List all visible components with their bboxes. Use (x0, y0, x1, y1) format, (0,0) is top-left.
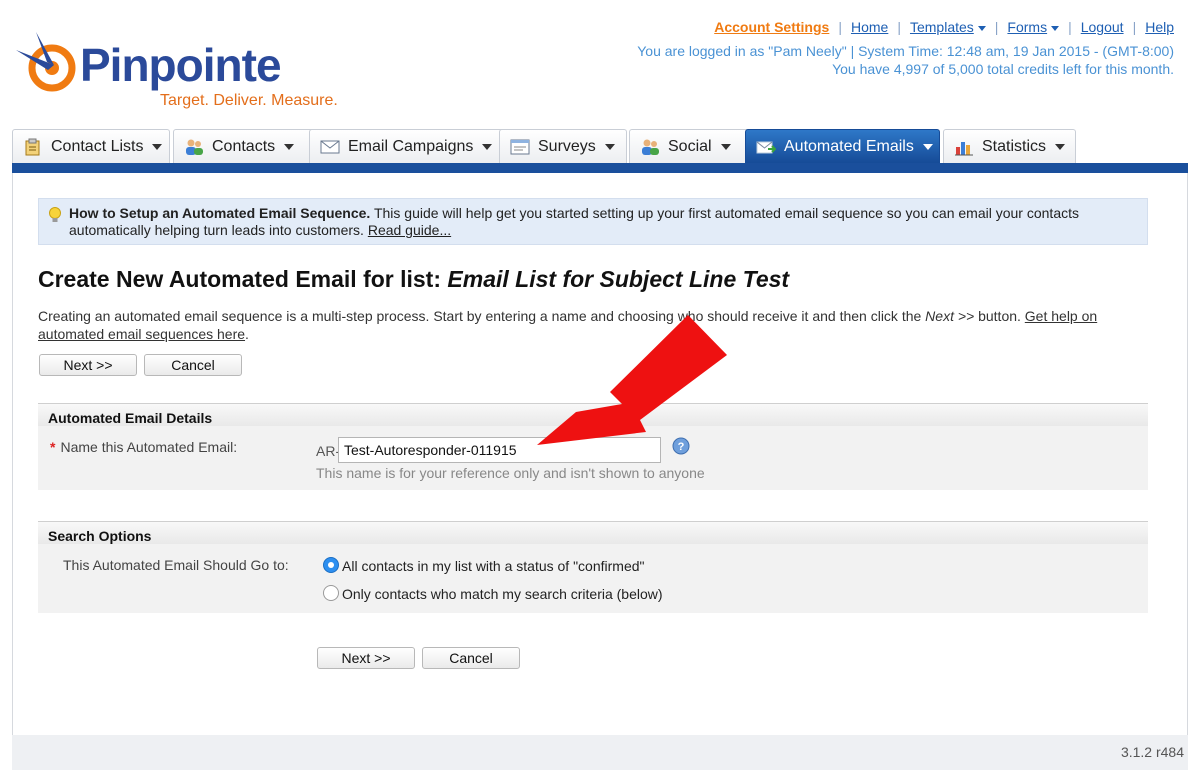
account-settings-link[interactable]: Account Settings (714, 19, 829, 35)
chevron-down-icon (482, 143, 493, 150)
forms-menu[interactable]: Forms (1007, 19, 1060, 35)
envelope-arrow-icon (756, 141, 776, 153)
next-button-bottom[interactable]: Next >> (317, 647, 415, 669)
tab-contacts[interactable]: Contacts (173, 129, 317, 163)
chevron-down-icon (604, 143, 615, 150)
search-section-body (38, 544, 1148, 613)
intro-text: Creating an automated email sequence is … (38, 307, 1148, 343)
radio-search-criteria[interactable] (323, 585, 339, 601)
login-status: You are logged in as "Pam Neely" | Syste… (637, 43, 1174, 59)
tab-label: Social (668, 137, 712, 155)
people-icon (186, 139, 203, 155)
cancel-button-top[interactable]: Cancel (144, 354, 242, 376)
top-navigation: Account Settings | Home | Templates | Forms | Lo… (714, 19, 1174, 35)
forms-link[interactable]: Forms (1007, 19, 1047, 35)
name-field-label: * Name this Automated Email: (50, 439, 237, 455)
name-field-label-text: Name this Automated Email: (60, 439, 238, 455)
clipboard-icon (25, 138, 40, 155)
automated-email-name-input[interactable] (338, 437, 661, 463)
radio-all-confirmed[interactable] (323, 557, 339, 573)
page-title-list-name: Email List for Subject Line Test (447, 266, 790, 292)
chevron-down-icon (922, 143, 933, 150)
home-link[interactable]: Home (851, 19, 888, 35)
chevron-down-icon (1055, 143, 1066, 150)
tab-social[interactable]: Social (629, 129, 754, 163)
app-window: Pinpointe Target. Deliver. Measure. Acco… (0, 0, 1200, 770)
tab-label: Contacts (212, 137, 276, 155)
tab-label: Statistics (982, 137, 1047, 155)
chevron-down-icon (977, 25, 986, 31)
lightbulb-icon (49, 207, 61, 222)
help-link[interactable]: Help (1145, 19, 1174, 35)
logout-link[interactable]: Logout (1081, 19, 1124, 35)
tab-label: Email Campaigns (348, 137, 474, 155)
tab-contact-lists[interactable]: Contact Lists (12, 129, 170, 163)
logo-tagline: Target. Deliver. Measure. (160, 92, 338, 109)
tab-statistics[interactable]: Statistics (943, 129, 1076, 163)
radio-search-criteria-label[interactable]: Only contacts who match my search criter… (342, 586, 663, 602)
radio-all-confirmed-label[interactable]: All contacts in my list with a status of… (342, 558, 645, 574)
intro-part-a: Creating an automated email sequence is … (38, 308, 926, 324)
tab-underline (12, 163, 1188, 173)
credits-status: You have 4,997 of 5,000 total credits le… (832, 61, 1174, 77)
details-section-heading: Automated Email Details (38, 403, 1148, 426)
intro-end: . (245, 326, 249, 342)
tab-label: Surveys (538, 137, 596, 155)
tab-automated-emails[interactable]: Automated Emails (745, 129, 940, 163)
separator: | (1132, 19, 1137, 35)
tab-label: Contact Lists (51, 137, 144, 155)
cancel-button-bottom[interactable]: Cancel (422, 647, 520, 669)
tab-label: Automated Emails (784, 137, 914, 155)
version-label: 3.1.2 r484 (1120, 744, 1184, 760)
page-title: Create New Automated Email for list: Ema… (38, 266, 789, 293)
guide-info-box: How to Setup an Automated Email Sequence… (38, 198, 1148, 245)
form-icon (510, 139, 530, 154)
guide-title: How to Setup an Automated Email Sequence… (69, 205, 371, 221)
separator: | (838, 19, 842, 35)
tab-surveys[interactable]: Surveys (499, 129, 627, 163)
chevron-down-icon (1051, 25, 1060, 31)
separator: | (1068, 19, 1072, 35)
templates-menu[interactable]: Templates (910, 19, 986, 35)
bar-chart-icon (955, 141, 973, 155)
required-marker: * (50, 439, 56, 455)
help-icon[interactable]: ? (672, 437, 690, 455)
people-icon (642, 139, 659, 155)
recipients-label: This Automated Email Should Go to: (63, 557, 289, 573)
search-section-heading: Search Options (38, 521, 1148, 544)
templates-link[interactable]: Templates (910, 19, 974, 35)
footer-bar (12, 735, 1188, 770)
envelope-icon (320, 140, 340, 153)
chevron-down-icon (720, 143, 731, 150)
separator: | (897, 19, 901, 35)
logo-target-icon (16, 32, 76, 92)
name-prefix: AR- (316, 443, 341, 459)
intro-next-reference: Next >> (925, 308, 975, 324)
separator: | (994, 19, 999, 35)
chevron-down-icon (284, 143, 295, 150)
page-title-prefix: Create New Automated Email for list: (38, 266, 448, 292)
svg-text:?: ? (678, 441, 685, 453)
tab-email-campaigns[interactable]: Email Campaigns (309, 129, 507, 163)
read-guide-link[interactable]: Read guide... (368, 222, 451, 238)
chevron-down-icon (152, 143, 163, 150)
next-button-top[interactable]: Next >> (39, 354, 137, 376)
name-field-hint: This name is for your reference only and… (316, 465, 705, 481)
logo-wordmark: Pinpointe (80, 39, 282, 91)
intro-part-b: button. (974, 308, 1025, 324)
